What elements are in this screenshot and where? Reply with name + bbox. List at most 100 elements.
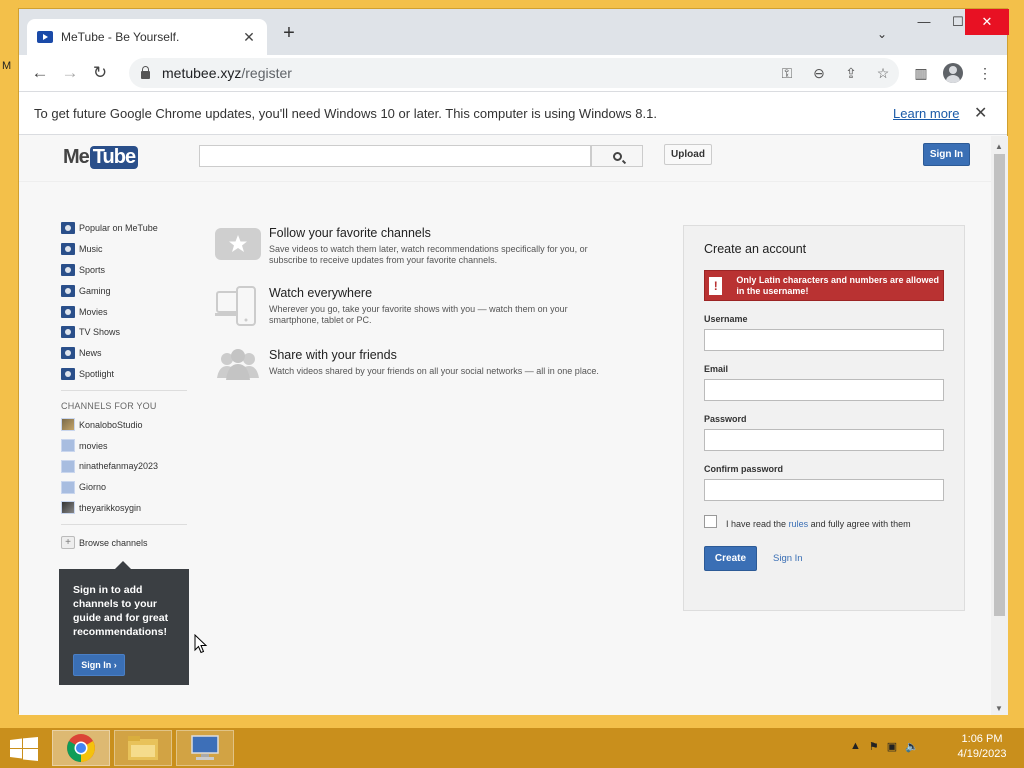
system-tray: ▲ ⚑ ▣ 🔈	[850, 740, 919, 753]
popular-icon	[61, 222, 75, 235]
tab-metube[interactable]: MeTube - Be Yourself. ✕	[27, 19, 267, 55]
scroll-up-arrow-icon[interactable]: ▲	[995, 142, 1003, 151]
header-sign-in-button[interactable]: Sign In	[923, 143, 970, 166]
create-account-title: Create an account	[704, 242, 807, 256]
menu-kebab-icon[interactable]: ⋮	[969, 58, 1001, 88]
error-message: Only Latin characters and numbers are al…	[736, 274, 939, 296]
password-field[interactable]	[704, 429, 944, 451]
close-window-icon[interactable]: ✕	[965, 9, 1009, 35]
bookmark-star-icon[interactable]: ☆	[867, 65, 899, 82]
confirm-password-field[interactable]	[704, 479, 944, 501]
browser-window: MeTube - Be Yourself. ✕ + ⌄ — ☐ ✕ ← → ↻ …	[18, 8, 1009, 715]
tab-search-chevron-icon[interactable]: ⌄	[877, 27, 887, 41]
infobar-message: To get future Google Chrome updates, you…	[34, 105, 657, 121]
sidebar-item-movies[interactable]: Movies	[61, 301, 191, 322]
star-icon	[215, 226, 261, 264]
sign-in-link[interactable]: Sign In	[773, 553, 803, 564]
feature-title: Watch everywhere	[269, 286, 373, 300]
sidebar-item-tv-shows[interactable]: TV Shows	[61, 322, 191, 343]
show-hidden-icons-icon[interactable]: ▲	[850, 740, 861, 753]
browse-channels-label: Browse channels	[79, 537, 148, 548]
devices-icon	[215, 286, 261, 326]
sidebar-item-news[interactable]: News	[61, 343, 191, 364]
site-search-button[interactable]	[591, 145, 643, 167]
sign-in-promo: Sign in to add channels to your guide an…	[59, 561, 189, 685]
feature-desc: Wherever you go, take your favorite show…	[269, 304, 568, 325]
infobar-close-icon[interactable]: ✕	[974, 103, 987, 123]
reload-icon[interactable]: ↻	[85, 58, 115, 88]
sidebar-item-popular-on-metube[interactable]: Popular on MeTube	[61, 218, 191, 239]
guide-divider	[61, 390, 187, 392]
friends-icon	[215, 348, 261, 386]
windows-taskbar: ▲ ⚑ ▣ 🔈 1:06 PM 4/19/2023	[0, 728, 1024, 768]
address-bar[interactable]: metubee.xyz/register ⚿ ⊖ ⇪ ☆	[129, 58, 899, 88]
music-icon	[61, 243, 75, 256]
side-panel-icon[interactable]: ▥	[905, 58, 937, 88]
channel-item[interactable]: ninathefanmay2023	[61, 456, 191, 477]
forward-arrow-icon[interactable]: →	[55, 58, 85, 88]
site-search-input[interactable]	[199, 145, 591, 167]
new-tab-plus-icon[interactable]: +	[279, 23, 299, 43]
channel-name: Giorno	[79, 482, 107, 493]
taskbar-remote-desktop[interactable]	[176, 730, 234, 766]
channel-item[interactable]: Giorno	[61, 477, 191, 498]
username-label: Username	[704, 314, 748, 324]
sidebar-item-label: Music	[79, 244, 103, 255]
gaming-icon	[61, 284, 75, 297]
channel-item[interactable]: movies	[61, 435, 191, 456]
username-error-alert: ! Only Latin characters and numbers are …	[704, 270, 944, 301]
clock-date: 4/19/2023	[957, 748, 1007, 760]
web-page: Me Tube Upload Sign In Popular on MeTube M…	[19, 136, 991, 715]
sidebar-item-music[interactable]: Music	[61, 239, 191, 260]
windows-start-icon[interactable]	[10, 737, 38, 761]
zoom-icon[interactable]: ⊖	[803, 65, 835, 82]
create-account-panel: Create an account ! Only Latin character…	[683, 225, 965, 611]
volume-muted-icon[interactable]: 🔈	[905, 740, 919, 753]
network-icon[interactable]: ▣	[887, 740, 897, 753]
tab-strip: MeTube - Be Yourself. ✕ + ⌄ — ☐ ✕	[19, 9, 1009, 55]
page-scrollbar[interactable]: ▲ ▼	[991, 136, 1008, 715]
browse-channels-link[interactable]: + Browse channels	[61, 532, 191, 553]
confirm-password-label: Confirm password	[704, 464, 784, 474]
upload-button[interactable]: Upload	[664, 144, 712, 165]
back-arrow-icon[interactable]: ←	[25, 58, 55, 88]
movies-icon	[61, 305, 75, 318]
close-tab-icon[interactable]: ✕	[241, 29, 257, 46]
sidebar-item-gaming[interactable]: Gaming	[61, 280, 191, 301]
sidebar-item-label: Sports	[79, 264, 106, 275]
spotlight-icon	[61, 367, 75, 380]
create-button[interactable]: Create	[704, 546, 757, 571]
scroll-thumb[interactable]	[994, 154, 1005, 616]
agree-checkbox[interactable]	[704, 514, 717, 528]
channel-item[interactable]: KonaloboStudio	[61, 414, 191, 435]
metube-favicon-icon	[37, 31, 53, 43]
promo-sign-in-button[interactable]: Sign In ›	[73, 654, 125, 676]
username-field[interactable]	[704, 329, 944, 351]
taskbar-file-explorer[interactable]	[114, 730, 172, 766]
profile-avatar-icon[interactable]	[937, 58, 969, 88]
share-icon[interactable]: ⇪	[835, 65, 867, 82]
minimize-icon[interactable]: —	[907, 9, 941, 35]
sports-icon	[61, 263, 75, 276]
rules-link[interactable]: rules	[789, 519, 809, 529]
learn-more-link[interactable]: Learn more	[893, 106, 959, 121]
computer-icon	[191, 735, 219, 760]
search-icon	[612, 151, 622, 161]
taskbar-chrome[interactable]	[52, 730, 110, 766]
channel-avatar	[61, 459, 75, 473]
feature-follow: Follow your favorite channels Save video…	[215, 226, 615, 266]
guide-sidebar: Popular on MeTube Music Sports Gaming Movies…	[61, 218, 191, 553]
desktop-icon-label: M	[2, 60, 12, 72]
scroll-down-arrow-icon[interactable]: ▼	[995, 704, 1003, 713]
lock-icon[interactable]	[141, 65, 150, 79]
channels-heading: CHANNELS FOR YOU	[61, 401, 157, 412]
email-field[interactable]	[704, 379, 944, 401]
key-icon[interactable]: ⚿	[771, 65, 803, 82]
channel-item[interactable]: theyarikkosygin	[61, 498, 191, 519]
taskbar-clock[interactable]: 1:06 PM 4/19/2023	[950, 732, 1014, 762]
channel-name: theyarikkosygin	[79, 502, 142, 513]
sidebar-item-spotlight[interactable]: Spotlight	[61, 364, 191, 385]
sidebar-item-sports[interactable]: Sports	[61, 260, 191, 281]
metube-logo[interactable]: Me Tube	[63, 146, 139, 169]
action-center-flag-icon[interactable]: ⚑	[869, 740, 879, 753]
